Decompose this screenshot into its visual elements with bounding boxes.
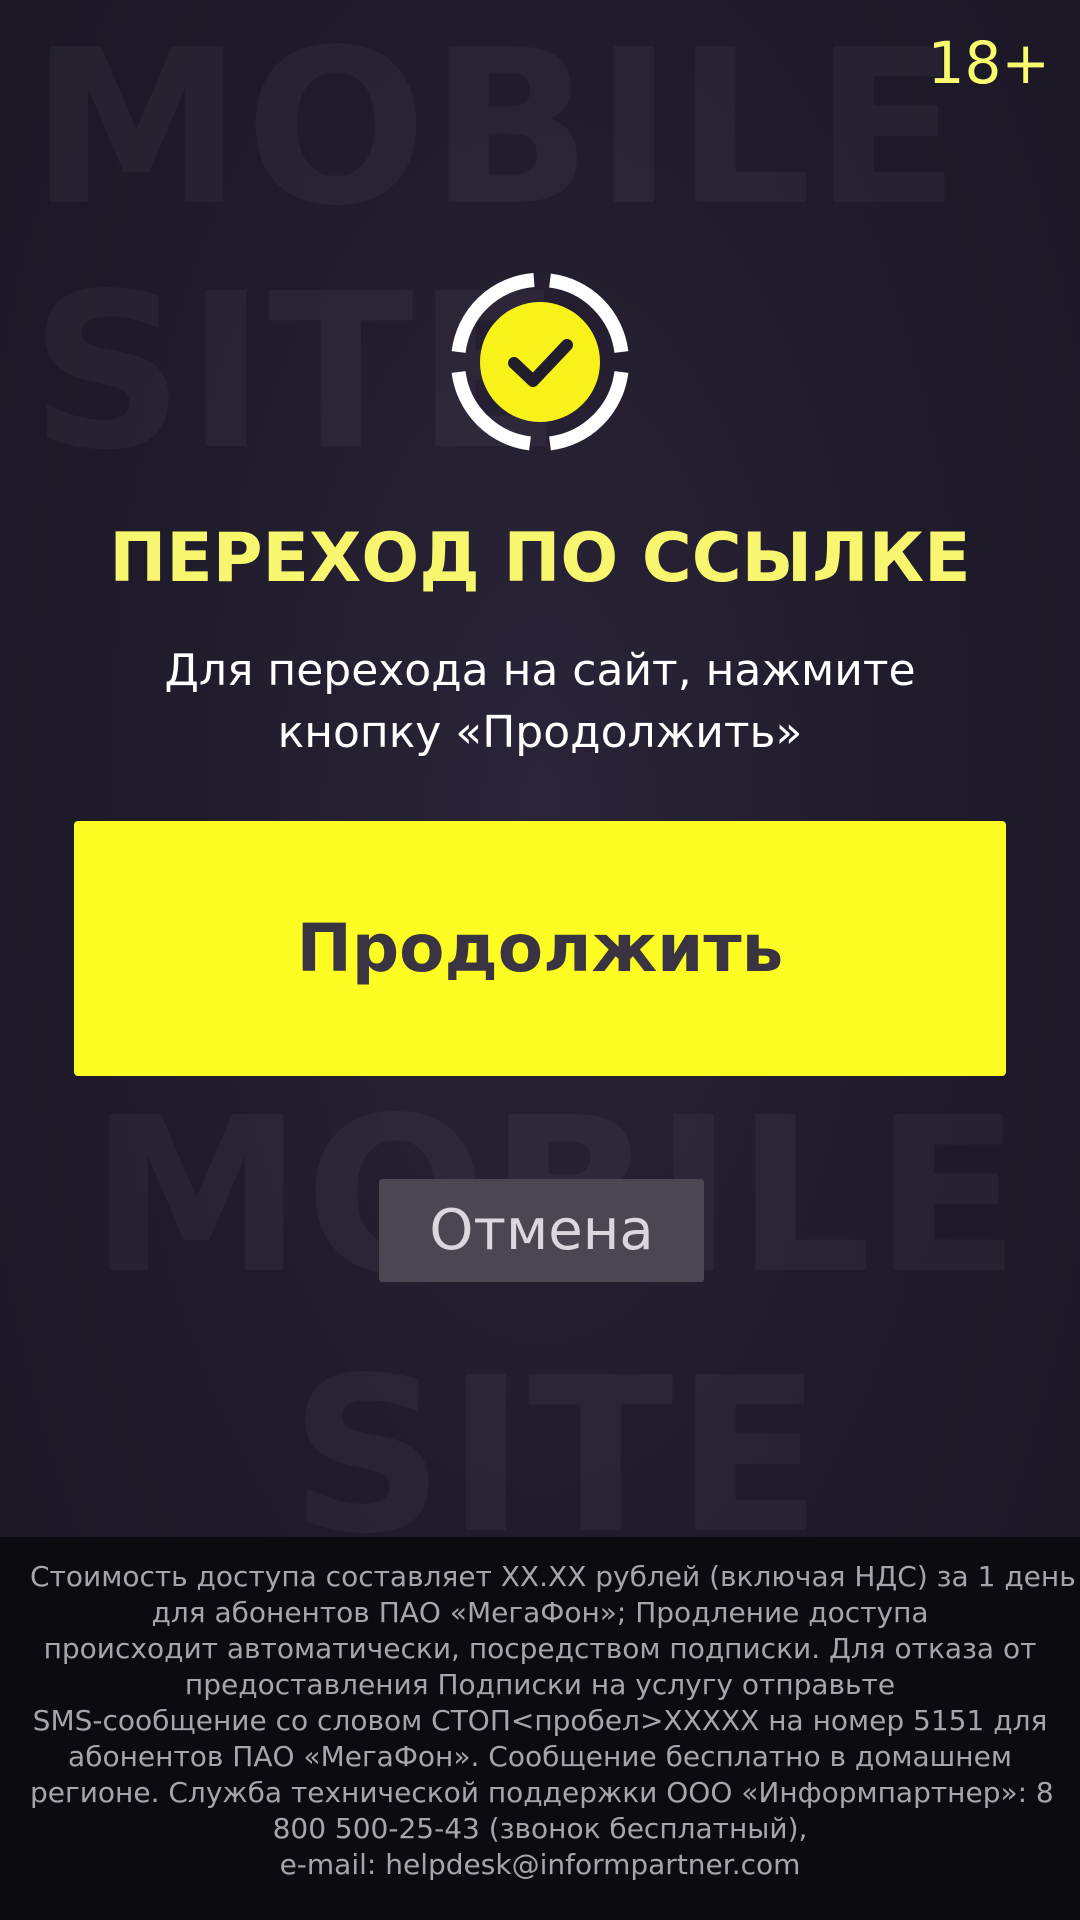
disclaimer-line: регионе. Служба технической поддержки ОО… <box>30 1776 1054 1809</box>
instruction-text: Для перехода на сайт, нажмите кнопку «Пр… <box>120 640 960 764</box>
background-watermark-word: SITE <box>290 1350 824 1564</box>
landing-screen: MOBILE SITE MOBILE SITE 18+ ПЕРЕХОД ПО С… <box>0 0 1080 1920</box>
checkmark-badge-svg <box>451 273 629 451</box>
disclaimer-line: предоставления Подписки на услугу отправ… <box>184 1668 896 1701</box>
legal-disclaimer-text: Стоимость доступа составляет XX.XX рубле… <box>30 1559 1076 1883</box>
disclaimer-line: для абонентов ПАО «МегаФон»; Продление д… <box>151 1596 929 1629</box>
age-rating-badge: 18+ <box>927 29 1050 97</box>
legal-footer: Стоимость доступа составляет XX.XX рубле… <box>0 1537 1080 1920</box>
disclaimer-line: 800 500-25-43 (звонок бесплатный), <box>272 1812 808 1845</box>
instruction-line: Для перехода на сайт, нажмите <box>164 645 916 696</box>
disclaimer-line: Стоимость доступа составляет XX.XX рубле… <box>30 1560 1076 1593</box>
badge-disc <box>480 302 600 422</box>
disclaimer-line: абонентов ПАО «МегаФон». Сообщение беспл… <box>68 1740 1012 1773</box>
background-watermark-word: MOBILE <box>30 22 962 236</box>
instruction-line: кнопку «Продолжить» <box>277 707 803 758</box>
support-email-line: e-mail: helpdesk@informpartner.com <box>279 1848 801 1881</box>
page-title: ПЕРЕХОД ПО ССЫЛКЕ <box>109 519 971 598</box>
disclaimer-line: SMS-сообщение со словом СТОП<пробел>XXXX… <box>32 1704 1048 1737</box>
continue-button[interactable]: Продолжить <box>74 821 1006 1076</box>
cancel-button[interactable]: Отмена <box>379 1179 704 1282</box>
checkmark-badge-icon <box>446 268 634 456</box>
disclaimer-line: происходит автоматически, посредством по… <box>43 1632 1037 1665</box>
